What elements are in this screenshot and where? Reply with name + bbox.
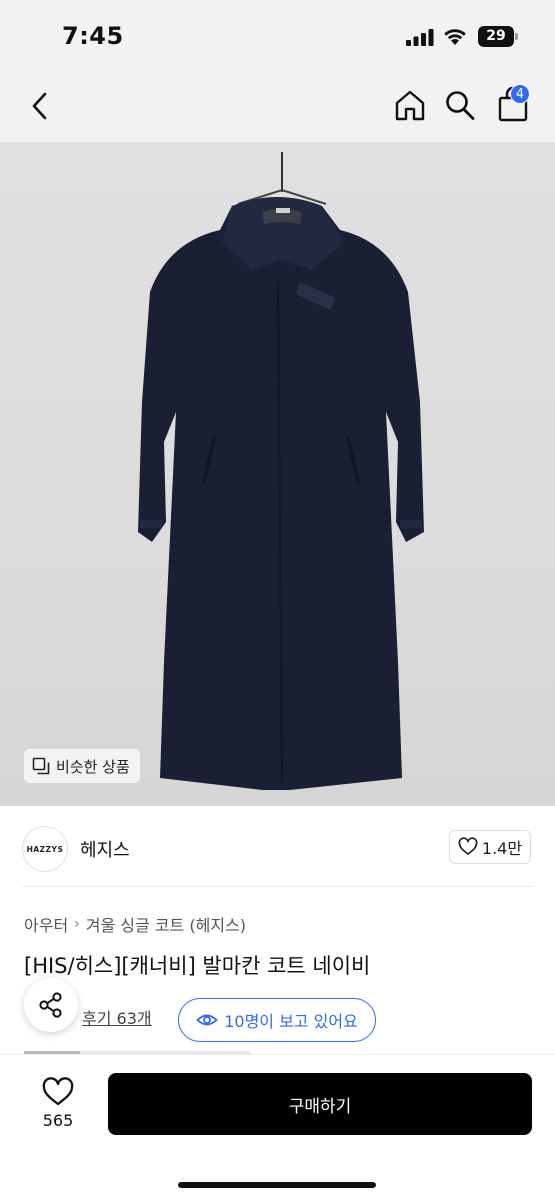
- heart-icon: [458, 837, 478, 855]
- cellular-signal-icon: [406, 29, 434, 46]
- share-button[interactable]: [24, 978, 78, 1032]
- product-image[interactable]: 비슷한 상품: [0, 142, 555, 806]
- bottom-bar: 565 구매하기: [0, 1054, 555, 1200]
- breadcrumb-item[interactable]: 아우터: [24, 912, 68, 936]
- brand-like-count: 1.4만: [481, 839, 523, 858]
- viewers-badge: 10명이 보고 있어요: [178, 998, 376, 1042]
- status-bar: 7:45 29: [0, 0, 555, 70]
- breadcrumb-item[interactable]: 겨울 싱글 코트 (헤지스): [86, 912, 246, 936]
- viewers-text: 10명이 보고 있어요: [224, 1012, 358, 1031]
- share-icon: [39, 992, 62, 1018]
- breadcrumb: 아우터 › 겨울 싱글 코트 (헤지스): [24, 912, 246, 936]
- brand-logo[interactable]: HAZZYS: [22, 826, 68, 872]
- search-icon[interactable]: [444, 88, 476, 122]
- coat-illustration: [138, 152, 424, 790]
- home-icon[interactable]: [394, 88, 426, 122]
- brand-row: HAZZYS 헤지스 1.4만: [0, 806, 555, 886]
- product-title: [HIS/히스][캐너비] 발마칸 코트 네이비: [24, 954, 371, 978]
- brand-name[interactable]: 헤지스: [80, 836, 130, 862]
- cart-count-badge: 4: [510, 84, 530, 104]
- app-header: 4: [0, 70, 555, 142]
- divider: [22, 886, 533, 887]
- wishlist-count: 565: [42, 1111, 74, 1130]
- heart-icon: [42, 1077, 74, 1106]
- brand-like-button[interactable]: 1.4만: [449, 830, 531, 864]
- cart-button[interactable]: 4: [496, 84, 536, 124]
- similar-products-label: 비슷한 상품: [56, 757, 130, 776]
- buy-button[interactable]: 구매하기: [108, 1073, 532, 1135]
- home-indicator: [178, 1182, 376, 1188]
- wishlist-button[interactable]: 565: [30, 1077, 86, 1137]
- wifi-icon: [444, 29, 466, 45]
- similar-products-button[interactable]: 비슷한 상품: [24, 749, 140, 783]
- battery-icon: 29: [478, 26, 518, 47]
- similar-items-icon: [32, 757, 50, 775]
- review-link[interactable]: 후기 63개: [82, 1005, 152, 1029]
- status-time: 7:45: [62, 22, 124, 50]
- chevron-right-icon: ›: [74, 916, 80, 932]
- battery-level: 29: [486, 28, 506, 44]
- back-icon[interactable]: [26, 88, 56, 124]
- eye-icon: [196, 1014, 219, 1026]
